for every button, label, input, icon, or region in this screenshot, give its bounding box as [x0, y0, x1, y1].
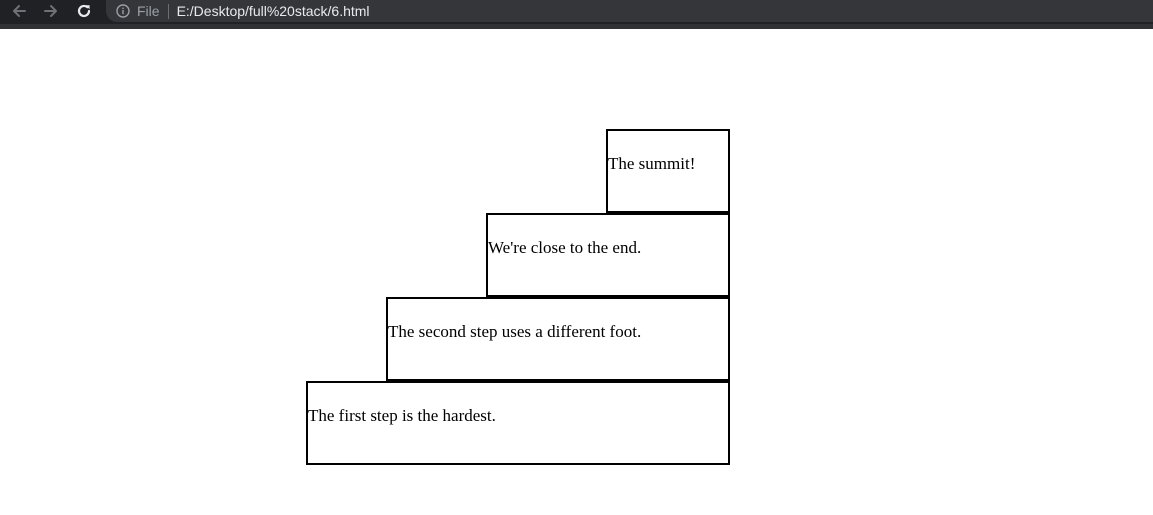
info-circle-icon[interactable]	[116, 4, 130, 18]
step-second: The second step uses a different foot.	[386, 297, 730, 381]
url-text[interactable]: E:/Desktop/full%20stack/6.html	[177, 3, 370, 19]
address-bar[interactable]: File E:/Desktop/full%20stack/6.html	[106, 0, 1153, 22]
reload-button[interactable]	[72, 0, 96, 22]
step-close-to-end: We're close to the end.	[486, 213, 730, 297]
step-summit: The summit!	[606, 129, 730, 213]
browser-toolbar: File E:/Desktop/full%20stack/6.html	[0, 0, 1153, 24]
arrow-left-icon	[13, 5, 26, 17]
page-content: The summit! We're close to the end. The …	[0, 29, 1153, 515]
step-first: The first step is the hardest.	[306, 381, 730, 465]
forward-button[interactable]	[39, 0, 63, 22]
scheme-label: File	[137, 3, 160, 19]
back-button[interactable]	[7, 0, 31, 22]
arrow-right-icon	[44, 5, 57, 17]
omnibox-divider	[167, 3, 169, 19]
reload-icon	[77, 4, 91, 18]
